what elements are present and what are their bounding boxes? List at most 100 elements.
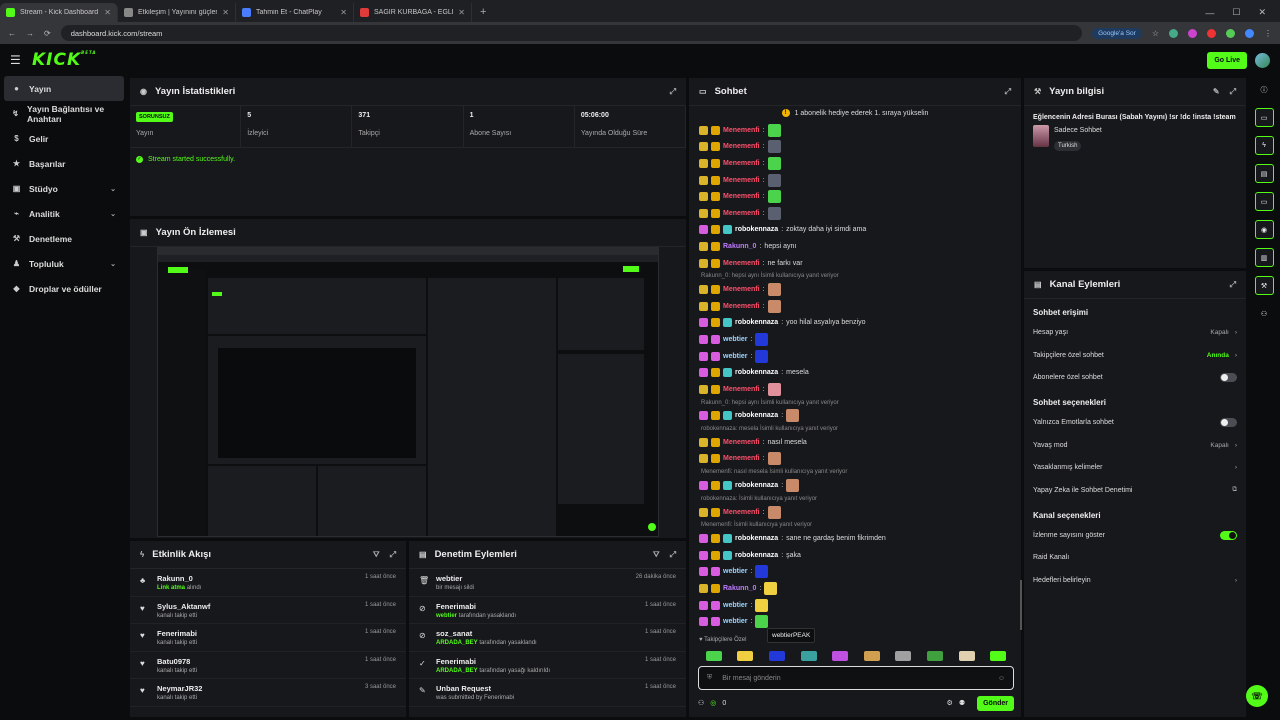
browser-tab[interactable]: Stream - Kick Dashboard ✕: [0, 3, 118, 22]
channel-option[interactable]: Abonelere özel sohbet: [1024, 366, 1246, 389]
chat-scrollbar[interactable]: [1020, 580, 1022, 630]
expand-icon[interactable]: ⤢: [670, 550, 676, 560]
browser-menu-icon[interactable]: ⋮: [1264, 29, 1272, 38]
emote-icon[interactable]: [737, 651, 754, 661]
chat-username[interactable]: Menemenfi: [723, 439, 760, 446]
chat-message[interactable]: webtier:: [689, 613, 1009, 630]
expand-icon[interactable]: ⤢: [670, 87, 676, 97]
info-icon[interactable]: ⓘ: [1255, 80, 1274, 99]
chat-message[interactable]: robokennaza: yoo hilal asyalıya benziyo: [689, 315, 1009, 332]
feed-row[interactable]: ♥ Sylus_Aktanwf kanalı takip etti 1 saat ön…: [130, 597, 406, 624]
chat-username[interactable]: Menemenfi: [723, 286, 760, 293]
emote-icon[interactable]: [800, 651, 817, 661]
users-icon[interactable]: ⚇: [698, 699, 704, 707]
chat-username[interactable]: webtier: [723, 568, 748, 575]
feed-row[interactable]: ✎ Unban Request was submitted by Fenerimab…: [409, 679, 686, 707]
emote-icon[interactable]: [926, 651, 943, 661]
channel-option[interactable]: Hedefleri belirleyin ›: [1024, 569, 1246, 592]
channel-option[interactable]: Hesap yaşı Kapalı ›: [1024, 321, 1246, 344]
feed-row[interactable]: ♥ NeymarJR32 kanalı takip etti 3 saat önce: [130, 679, 406, 707]
feed-row[interactable]: ✓ Fenerimabi ARDADA_BEY tarafından yasağı …: [409, 652, 686, 679]
chevron-right-icon[interactable]: ›: [1235, 442, 1237, 449]
window-close-icon[interactable]: ✕: [1258, 7, 1266, 18]
chat-username[interactable]: Rakunn_0: [723, 243, 756, 250]
wrench-icon[interactable]: ⚒: [1254, 276, 1274, 295]
feed-row[interactable]: ♣ Rakunn_0 Link atma alındı 1 saat önce: [130, 569, 406, 597]
stream-preview-video[interactable]: [157, 247, 659, 537]
chat-message[interactable]: Menemenfi:: [689, 188, 1009, 205]
chat-message[interactable]: Menemenfi:: [689, 122, 1009, 139]
chat-message[interactable]: Menemenfi:: [689, 139, 1009, 156]
sidebar-item[interactable]: ★ Başarılar: [0, 151, 128, 176]
back-icon[interactable]: ←: [8, 29, 16, 38]
chat-username[interactable]: Menemenfi: [723, 193, 760, 200]
chat-message[interactable]: Menemenfi:: [689, 281, 1009, 298]
chat-message[interactable]: robokennaza:: [689, 477, 1009, 494]
maximize-icon[interactable]: ☐: [1232, 7, 1240, 18]
extension-icon[interactable]: [1169, 28, 1178, 38]
expand-icon[interactable]: ⤢: [1230, 280, 1236, 290]
toggle-switch[interactable]: [1220, 417, 1237, 427]
new-tab-icon[interactable]: +: [472, 3, 494, 22]
channel-option[interactable]: Yavaş mod Kapalı ›: [1024, 434, 1246, 457]
sidebar-item[interactable]: ♟ Topluluk ⌄: [0, 251, 128, 276]
chat-message[interactable]: robokennaza: şaka: [689, 547, 1009, 564]
chat-username[interactable]: webtier: [723, 602, 748, 609]
chat-input[interactable]: ⛨ Bir mesaj gönderin ☺: [698, 666, 1014, 690]
chat-message[interactable]: webtier:: [689, 348, 1009, 365]
channel-option[interactable]: Yalnızca Emotlarla sohbet: [1024, 411, 1246, 434]
chat-message[interactable]: robokennaza: mesela: [689, 364, 1009, 381]
chevron-right-icon[interactable]: ›: [1235, 577, 1237, 584]
message-icon[interactable]: ▭: [1254, 192, 1274, 211]
chat-username[interactable]: robokennaza: [735, 552, 778, 559]
chat-username[interactable]: Menemenfi: [723, 386, 760, 393]
chat-message[interactable]: robokennaza: zoktay daha iyi simdi ama: [689, 222, 1009, 239]
chat-username[interactable]: Menemenfi: [723, 303, 760, 310]
chat-username[interactable]: robokennaza: [735, 369, 778, 376]
close-icon[interactable]: ✕: [104, 8, 111, 17]
chat-username[interactable]: Menemenfi: [723, 177, 760, 184]
emote-icon[interactable]: [990, 651, 1007, 661]
profile-icon[interactable]: [1245, 28, 1254, 38]
chat-message[interactable]: Menemenfi:: [689, 205, 1009, 222]
feed-row[interactable]: 🗑 webtier bir mesajı sildi 26 dakika önce: [409, 569, 686, 597]
close-icon[interactable]: ✕: [222, 8, 229, 17]
help-chat-button[interactable]: ☏: [1246, 685, 1268, 707]
go-live-button[interactable]: Go Live: [1207, 51, 1247, 69]
extension-icon[interactable]: [1188, 28, 1197, 38]
chat-username[interactable]: Menemenfi: [723, 210, 760, 217]
kick-logo[interactable]: KICKBETA: [32, 50, 96, 70]
emote-icon[interactable]: [958, 651, 975, 661]
sidebar-item[interactable]: ⚒ Denetleme: [0, 226, 128, 251]
chat-message[interactable]: Rakunn_0: hepsi aynı: [689, 238, 1009, 255]
sidebar-item[interactable]: $ Gelir: [0, 126, 128, 151]
channel-option[interactable]: Raid Kanalı: [1024, 547, 1246, 570]
chat-username[interactable]: robokennaza: [735, 535, 778, 542]
sidebar-item[interactable]: ● Yayın: [4, 76, 124, 101]
chat-message[interactable]: Menemenfi:: [689, 381, 1009, 398]
browser-tab[interactable]: Tahmin Et - ChatPlay ✕: [236, 3, 354, 22]
chat-username[interactable]: Menemenfi: [723, 455, 760, 462]
chat-message[interactable]: Menemenfi:: [689, 172, 1009, 189]
chevron-right-icon[interactable]: ›: [1235, 352, 1237, 359]
chat-username[interactable]: Menemenfi: [723, 260, 760, 267]
chat-message[interactable]: webtier:: [689, 564, 1009, 581]
chat-message[interactable]: Rakunn_0:: [689, 580, 1009, 597]
browser-tab[interactable]: Etkileşim | Yayınını güçlendir ✕: [118, 3, 236, 22]
chevron-right-icon[interactable]: ›: [1235, 464, 1237, 471]
emote-icon[interactable]: [832, 651, 849, 661]
chat-message[interactable]: Menemenfi:: [689, 504, 1009, 521]
sidebar-item[interactable]: ↯ Yayın Bağlantısı ve Anahtarı: [0, 101, 128, 126]
bolt-icon[interactable]: ϟ: [1254, 136, 1274, 155]
filter-icon[interactable]: ⛛: [373, 550, 380, 560]
chat-message[interactable]: Menemenfi:: [689, 298, 1009, 315]
channel-option[interactable]: Takipçilere özel sohbet Anında ›: [1024, 344, 1246, 367]
feed-row[interactable]: ♥ Fenerimabi kanalı takip etti 1 saat önce: [130, 624, 406, 652]
expand-icon[interactable]: ⤢: [1230, 87, 1236, 97]
close-icon[interactable]: ✕: [340, 8, 347, 17]
chat-message[interactable]: Menemenfi:: [689, 451, 1009, 468]
chat-username[interactable]: robokennaza: [735, 226, 778, 233]
filter-icon[interactable]: ⛛: [653, 550, 660, 560]
send-button[interactable]: Gönder: [977, 695, 1014, 711]
feed-row[interactable]: ⊘ soz_sanat ARDADA_BEY tarafından yasaklan…: [409, 624, 686, 652]
